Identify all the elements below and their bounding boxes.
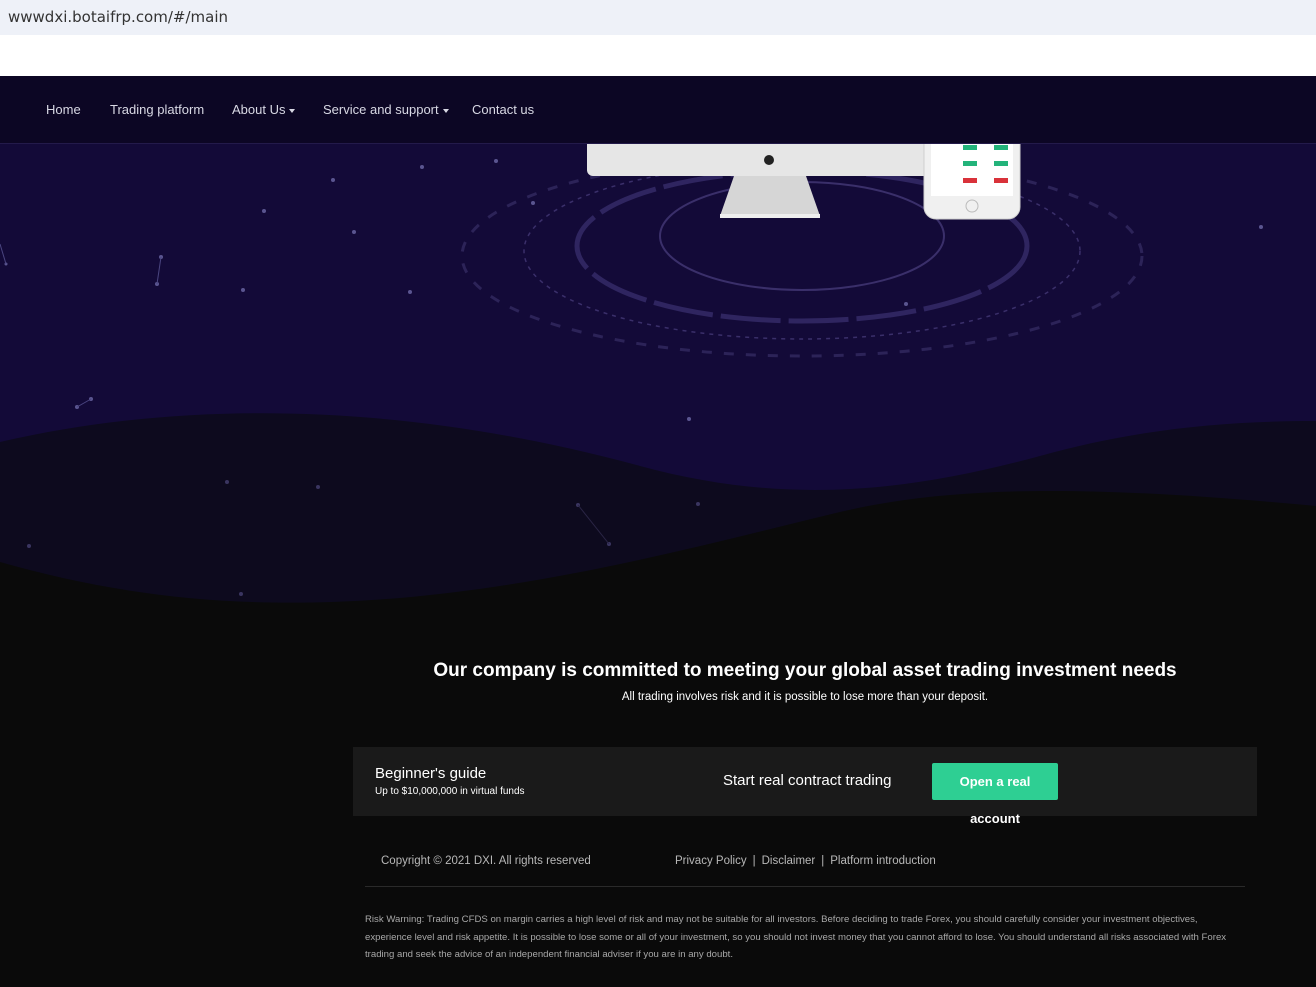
browser-toolbar-strip bbox=[0, 35, 1316, 76]
guide-subtitle: Up to $10,000,000 in virtual funds bbox=[375, 786, 525, 797]
chevron-down-icon bbox=[442, 108, 449, 113]
open-real-account-button-overflow[interactable]: account bbox=[932, 811, 1058, 826]
chevron-down-icon bbox=[289, 108, 296, 113]
privacy-policy-link[interactable]: Privacy Policy bbox=[675, 855, 747, 867]
hero-headline: Our company is committed to meeting your… bbox=[433, 660, 1177, 681]
risk-warning: Risk Warning: Trading CFDS on margin car… bbox=[365, 914, 1227, 960]
nav-contact-us[interactable]: Contact us bbox=[472, 76, 534, 144]
platform-introduction-link[interactable]: Platform introduction bbox=[830, 855, 935, 867]
start-trading-text: Start real contract trading bbox=[723, 772, 892, 789]
hero-background bbox=[0, 76, 1316, 636]
nav-trading-platform[interactable]: Trading platform bbox=[110, 76, 204, 144]
main-navbar: Home Trading platform About Us Service a… bbox=[0, 76, 1316, 144]
guide-title: Beginner's guide bbox=[375, 765, 487, 782]
hero-section bbox=[0, 76, 1316, 636]
beginner-guide-panel: Beginner's guide Up to $10,000,000 in vi… bbox=[353, 747, 1257, 816]
nav-about-us[interactable]: About Us bbox=[232, 76, 296, 144]
url-text: wwwdxi.botaifrp.com/#/main bbox=[8, 8, 229, 26]
link-separator: | bbox=[821, 855, 825, 867]
nav-service-support-label: Service and support bbox=[323, 102, 439, 117]
open-real-account-button[interactable]: Open a real bbox=[932, 763, 1058, 800]
footer-links: Privacy Policy | Disclaimer | Platform intro… bbox=[675, 855, 936, 867]
link-separator: | bbox=[752, 855, 756, 867]
address-bar[interactable]: wwwdxi.botaifrp.com/#/main bbox=[0, 0, 1316, 35]
copyright-text: Copyright © 2021 DXI. All rights reserve… bbox=[381, 855, 591, 867]
disclaimer-link[interactable]: Disclaimer bbox=[762, 855, 816, 867]
hero-subline: All trading involves risk and it is poss… bbox=[621, 691, 989, 703]
footer-divider bbox=[365, 886, 1245, 887]
nav-about-us-label: About Us bbox=[232, 102, 286, 117]
nav-service-support[interactable]: Service and support bbox=[323, 76, 449, 144]
nav-home[interactable]: Home bbox=[46, 76, 81, 144]
